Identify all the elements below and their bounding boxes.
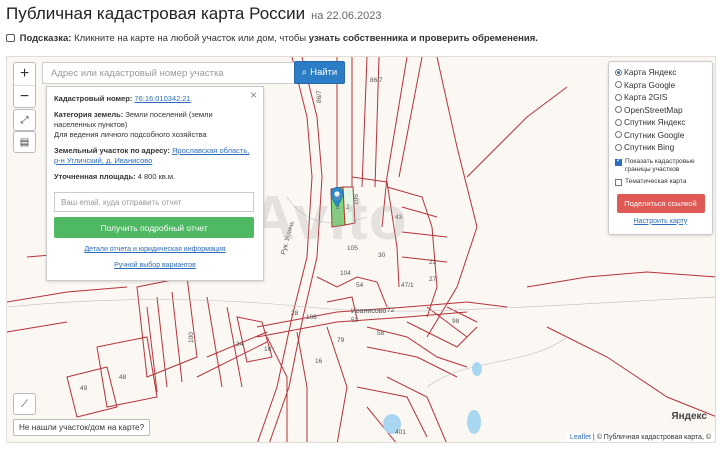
category-label: Категория земель: xyxy=(54,110,124,119)
watermark: Avito xyxy=(250,184,408,253)
radio-icon xyxy=(615,81,622,89)
svg-text:72: 72 xyxy=(387,307,395,314)
svg-text:54: 54 xyxy=(356,282,364,289)
svg-text:48: 48 xyxy=(119,374,127,381)
cad-row: Кадастровый номер: 76:16:010342:21 xyxy=(54,94,256,104)
cadastral-map[interactable]: 86/7 86/7 22 106 105 43 30 104 54 27 23 47/1… xyxy=(6,56,716,443)
thematic-map-checkbox[interactable]: Тематическая карта xyxy=(615,178,706,186)
svg-text:86/7: 86/7 xyxy=(370,77,383,84)
cad-label: Кадастровый номер: xyxy=(54,94,133,103)
layer-option-google-satellite[interactable]: Спутник Google xyxy=(615,129,706,142)
svg-text:23: 23 xyxy=(429,259,437,266)
svg-text:79: 79 xyxy=(337,337,345,344)
area-label: Уточненная площадь: xyxy=(54,172,136,181)
svg-text:100: 100 xyxy=(188,332,195,343)
radio-icon xyxy=(615,68,622,76)
category-use: Для ведения личного подсобного хозяйства xyxy=(54,130,207,139)
svg-text:16: 16 xyxy=(315,358,323,365)
get-report-button[interactable]: Получить подробный отчет xyxy=(54,217,254,238)
svg-text:108: 108 xyxy=(306,314,317,321)
svg-text:28: 28 xyxy=(291,310,299,317)
layer-option-bing-satellite[interactable]: Спутник Bing xyxy=(615,141,706,154)
map-attribution: Leaflet | © Публичная кадастровая карта,… xyxy=(565,433,715,442)
svg-text:53: 53 xyxy=(351,317,359,324)
svg-text:10: 10 xyxy=(264,346,272,353)
category-row: Категория земель: Земли поселений (земли… xyxy=(54,110,256,140)
svg-text:Иванисово: Иванисово xyxy=(351,308,386,315)
svg-text:58: 58 xyxy=(377,330,385,337)
manual-select-link[interactable]: Ручной выбор вариантов xyxy=(114,262,196,269)
close-icon[interactable]: × xyxy=(250,89,257,101)
details-link[interactable]: Детали отчета и юридическая информация xyxy=(84,246,225,253)
hint-label: Подсказка: xyxy=(19,33,72,44)
layer-option-yandex-map[interactable]: Карта Яндекс xyxy=(615,66,706,79)
not-found-button[interactable]: Не нашли участок/дом на карте? xyxy=(13,419,151,436)
zoom-in-button[interactable]: + xyxy=(14,63,35,85)
email-field[interactable] xyxy=(54,192,254,212)
address-label: Земельный участок по адресу: xyxy=(54,146,170,155)
radio-icon xyxy=(615,93,622,101)
manual-link-row: Ручной выбор вариантов xyxy=(54,261,256,271)
ruler-icon: ⤢ xyxy=(20,114,29,126)
page-header: Публичная кадастровая карта России на 22… xyxy=(6,4,716,44)
layers-panel: Карта Яндекс Карта Google Карта 2GIS Ope… xyxy=(608,61,713,235)
search-button-label: Найти xyxy=(310,67,338,78)
ruler-button[interactable]: ⟋ xyxy=(13,393,36,415)
cad-link[interactable]: 76:16:010342:21 xyxy=(134,94,190,103)
svg-text:401: 401 xyxy=(395,429,406,436)
svg-text:86/7: 86/7 xyxy=(316,90,323,103)
search-input[interactable] xyxy=(42,62,295,84)
svg-text:104: 104 xyxy=(340,270,351,277)
layer-option-yandex-satellite[interactable]: Спутник Яндекс xyxy=(615,116,706,129)
leaflet-link[interactable]: Leaflet xyxy=(570,434,591,441)
search-button[interactable]: ⌕ Найти xyxy=(294,61,345,84)
svg-text:27: 27 xyxy=(429,276,437,283)
layer-option-google-map[interactable]: Карта Google xyxy=(615,79,706,92)
area-value: 4 800 кв.м. xyxy=(137,172,176,181)
radio-icon xyxy=(615,143,622,151)
hint-row: Подсказка: Кликните на карте на любой уч… xyxy=(6,33,716,44)
hint-bold: узнать собственника и проверить обремене… xyxy=(308,33,538,44)
details-link-row: Детали отчета и юридическая информация xyxy=(54,245,256,255)
area-row: Уточненная площадь: 4 800 кв.м. xyxy=(54,172,256,182)
title-row: Публичная кадастровая карта России на 22… xyxy=(6,4,716,24)
yandex-logo: Яндекс xyxy=(671,411,707,422)
hint-text: Кликните на карте на любой участок или д… xyxy=(74,33,307,44)
print-button[interactable]: ▤ xyxy=(13,131,36,153)
checkbox-icon xyxy=(615,157,622,166)
share-link-button[interactable]: Поделиться ссылкой xyxy=(616,193,705,213)
svg-text:49: 49 xyxy=(80,385,88,392)
printer-icon: ▤ xyxy=(19,136,30,148)
zoom-out-button[interactable]: − xyxy=(14,85,35,107)
ruler-tool-icon: ⟋ xyxy=(21,398,28,410)
page-date: на 22.06.2023 xyxy=(311,10,382,22)
svg-text:34: 34 xyxy=(236,341,244,348)
checkbox-icon xyxy=(615,178,622,186)
settings-link-row: Настроить карту xyxy=(615,218,706,225)
parcel-info-panel: × Кадастровый номер: 76:16:010342:21 Кат… xyxy=(46,86,264,281)
layer-option-osm[interactable]: OpenStreetMap xyxy=(615,104,706,117)
layer-option-2gis-map[interactable]: Карта 2GIS xyxy=(615,91,706,104)
measure-button[interactable]: ⤢ xyxy=(13,109,36,131)
radio-icon xyxy=(615,118,622,126)
radio-icon xyxy=(615,106,622,114)
page-title: Публичная кадастровая карта России xyxy=(6,4,306,23)
svg-text:47/1: 47/1 xyxy=(401,282,414,289)
map-settings-link[interactable]: Настроить карту xyxy=(634,218,688,225)
svg-text:98: 98 xyxy=(452,318,460,325)
radio-icon xyxy=(615,131,622,139)
info-icon xyxy=(6,34,15,42)
address-row: Земельный участок по адресу: Ярославская… xyxy=(54,146,256,166)
show-borders-checkbox[interactable]: Показать кадастровые границы участков xyxy=(615,157,706,174)
zoom-control: + − xyxy=(13,62,36,108)
search-icon: ⌕ xyxy=(301,67,308,78)
attribution-text: © Публичная кадастровая карта, © xyxy=(596,434,711,441)
